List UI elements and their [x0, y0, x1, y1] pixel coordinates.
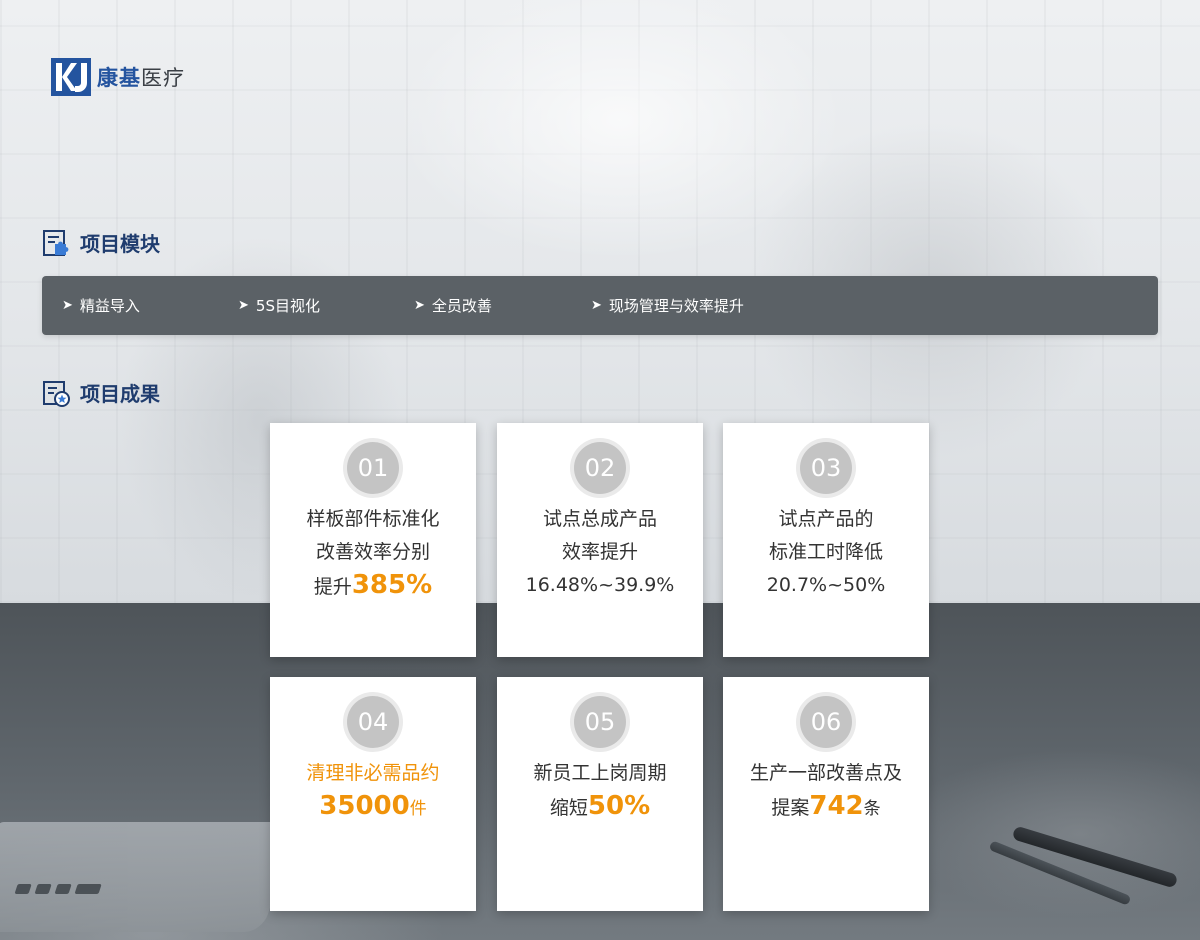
result-card-06: 06 生产一部改善点及 提案742条 [723, 677, 929, 911]
card-number-badge: 05 [574, 696, 626, 748]
result-card-02: 02 试点总成产品 效率提升 16.48%~39.9% [497, 423, 703, 657]
card-highlight-value: 742 [809, 791, 864, 821]
card-highlight-value: 35000 [319, 791, 410, 821]
module-item-5s[interactable]: ➤ 5S目视化 [238, 276, 320, 335]
result-card-04: 04 清理非必需品约 35000件 [270, 677, 476, 911]
result-card-01: 01 样板部件标准化 改善效率分别 提升385% [270, 423, 476, 657]
card-line: 效率提升 [561, 541, 638, 563]
arrow-right-icon: ➤ [62, 298, 73, 313]
card-prefix: 提升 [313, 576, 352, 598]
card-line: 16.48%~39.9% [525, 574, 675, 596]
brand-logo: 康基医疗 [51, 58, 185, 96]
card-number-badge: 06 [800, 696, 852, 748]
card-line: 试点总成产品 [542, 508, 657, 530]
card-text: 试点总成产品 效率提升 16.48%~39.9% [497, 503, 703, 602]
card-line: 缩短50% [497, 790, 703, 825]
module-label: 精益导入 [79, 297, 140, 315]
card-line: 提升385% [270, 569, 476, 604]
brand-name: 康基医疗 [97, 62, 185, 92]
kj-logo-icon [51, 58, 91, 96]
card-number-badge: 02 [574, 442, 626, 494]
module-item-lean[interactable]: ➤ 精益导入 [62, 276, 140, 335]
modules-section-title: 项目模块 [42, 228, 160, 257]
card-text: 试点产品的 标准工时降低 20.7%~50% [723, 503, 929, 602]
modules-bar: ➤ 精益导入 ➤ 5S目视化 ➤ 全员改善 ➤ 现场管理与效率提升 [42, 276, 1158, 335]
module-label: 全员改善 [431, 297, 492, 315]
card-highlight-value: 50% [587, 791, 651, 821]
card-suffix: 件 [409, 799, 427, 819]
arrow-right-icon: ➤ [414, 298, 425, 313]
card-prefix: 提案 [771, 797, 810, 819]
arrow-right-icon: ➤ [591, 298, 602, 313]
card-line: 生产一部改善点及 [749, 762, 902, 784]
card-line: 提案742条 [723, 790, 929, 826]
card-text: 清理非必需品约 35000件 [270, 757, 476, 826]
card-prefix: 缩短 [549, 797, 588, 819]
arrow-right-icon: ➤ [238, 298, 249, 313]
results-title-text: 项目成果 [80, 382, 160, 406]
brand-name-main: 康基 [97, 66, 141, 90]
card-highlight-value: 385% [351, 570, 433, 600]
card-line: 新员工上岗周期 [533, 762, 667, 784]
card-line: 标准工时降低 [768, 541, 883, 563]
card-line: 改善效率分别 [315, 541, 430, 563]
card-line: 20.7%~50% [766, 574, 886, 596]
card-line: 样板部件标准化 [306, 508, 440, 530]
card-suffix: 条 [863, 799, 881, 819]
card-number-badge: 03 [800, 442, 852, 494]
card-text: 生产一部改善点及 提案742条 [723, 757, 929, 826]
modules-title-text: 项目模块 [80, 232, 160, 256]
card-number-badge: 01 [347, 442, 399, 494]
module-label: 现场管理与效率提升 [608, 297, 744, 315]
star-document-icon [43, 380, 70, 407]
brand-name-tail: 医疗 [141, 66, 185, 90]
card-number-badge: 04 [347, 696, 399, 748]
laptop-decoration [0, 822, 298, 932]
result-card-05: 05 新员工上岗周期 缩短50% [497, 677, 703, 911]
module-label: 5S目视化 [255, 297, 320, 315]
puzzle-document-icon [43, 229, 69, 256]
module-item-onsite-management[interactable]: ➤ 现场管理与效率提升 [591, 276, 744, 335]
card-line: 35000件 [270, 790, 476, 826]
card-text: 新员工上岗周期 缩短50% [497, 757, 703, 825]
card-text: 样板部件标准化 改善效率分别 提升385% [270, 503, 476, 604]
module-item-improvement[interactable]: ➤ 全员改善 [414, 276, 492, 335]
card-line: 清理非必需品约 [306, 762, 440, 784]
result-card-03: 03 试点产品的 标准工时降低 20.7%~50% [723, 423, 929, 657]
card-line: 试点产品的 [778, 508, 874, 530]
results-section-title: 项目成果 [42, 378, 160, 407]
